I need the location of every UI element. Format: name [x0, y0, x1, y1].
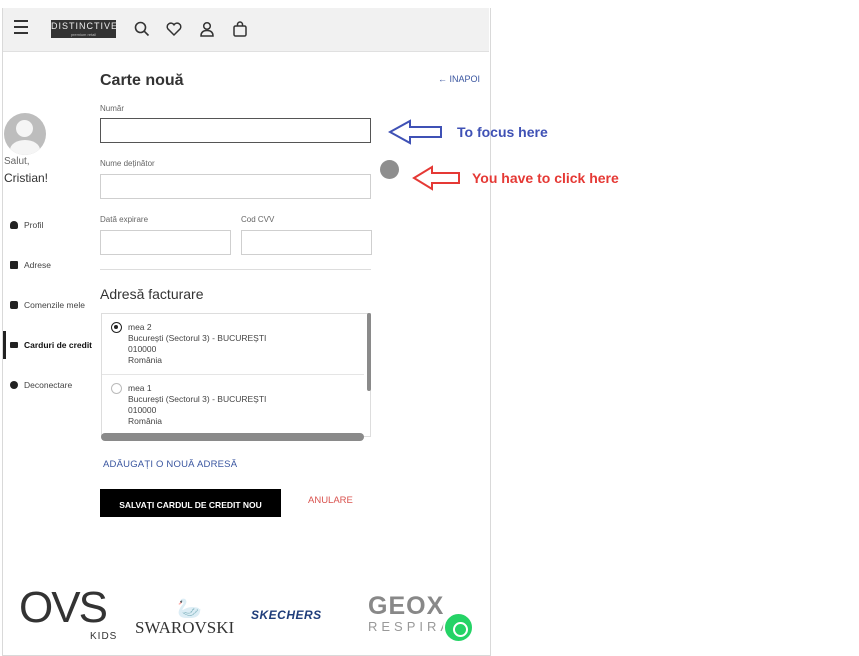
sidebar-item-label: Comenzile mele — [24, 300, 85, 310]
address-list: mea 2 București (Sectorul 3) - BUCUREȘTI… — [101, 313, 371, 437]
card-holder-input[interactable] — [100, 174, 371, 199]
cancel-link[interactable]: ANULARE — [308, 495, 353, 506]
card-number-input[interactable] — [100, 118, 371, 143]
address-postal: 010000 — [128, 344, 157, 354]
focus-annotation: To focus here — [457, 124, 548, 140]
active-indicator — [3, 331, 6, 359]
address-country: România — [128, 416, 163, 426]
cvv-label: Cod CVV — [241, 215, 275, 224]
avatar — [4, 113, 46, 155]
card-number-label: Număr — [100, 104, 125, 113]
sidebar-item-label: Carduri de credit — [24, 340, 93, 350]
field-indicator-dot[interactable] — [380, 160, 399, 179]
cvv-input[interactable] — [241, 230, 372, 255]
user-icon — [10, 221, 18, 229]
greeting-line-2: Cristian! — [4, 171, 49, 185]
sidebar-item-credit-cards[interactable]: Carduri de credit — [10, 337, 92, 353]
sidebar-item-addresses[interactable]: Adrese — [10, 257, 51, 273]
address-book-icon — [10, 261, 18, 269]
card-holder-label: Nume deținător — [100, 159, 155, 168]
arrow-left-icon — [412, 165, 460, 191]
skechers-logo[interactable]: SKECHERS — [251, 608, 322, 622]
hamburger-menu-icon[interactable] — [14, 20, 34, 40]
shopping-bag-icon[interactable] — [231, 20, 251, 40]
divider — [100, 269, 371, 270]
whatsapp-icon[interactable] — [443, 612, 474, 643]
address-name: mea 2 — [128, 322, 152, 332]
search-icon[interactable] — [133, 20, 153, 40]
logout-icon — [10, 381, 18, 389]
add-address-link[interactable]: ADĂUGAȚI O NOUĂ ADRESĂ — [103, 459, 237, 470]
bag-icon — [10, 301, 18, 309]
heart-icon[interactable] — [165, 20, 185, 40]
sidebar-item-label: Adrese — [24, 260, 51, 270]
ovs-logo[interactable]: OVS — [19, 583, 108, 633]
radio-button[interactable] — [111, 383, 122, 394]
sidebar-item-label: Profil — [24, 220, 44, 230]
address-name: mea 1 — [128, 383, 152, 393]
address-line: București (Sectorul 3) - BUCUREȘTI — [128, 333, 267, 343]
expiry-date-input[interactable] — [100, 230, 231, 255]
sidebar-item-orders[interactable]: Comenzile mele — [10, 297, 85, 313]
sidebar-item-profile[interactable]: Profil — [10, 217, 43, 233]
address-country: România — [128, 355, 163, 365]
page-title: Carte nouă — [100, 72, 184, 89]
radio-button-selected[interactable] — [111, 322, 122, 333]
arrow-left-icon — [388, 119, 442, 145]
expiry-date-label: Dată expirare — [100, 215, 149, 224]
billing-address-title: Adresă facturare — [100, 286, 204, 302]
credit-card-icon — [10, 342, 18, 348]
address-line: București (Sectorul 3) - BUCUREȘTI — [128, 394, 267, 404]
geox-respira-label: RESPIRA — [368, 619, 454, 634]
swarovski-logo[interactable]: SWAROVSKI — [135, 618, 234, 638]
logo-subtext: premium retail — [70, 32, 97, 37]
back-link[interactable]: ← INAPOI — [438, 74, 480, 84]
horizontal-scrollbar[interactable] — [101, 433, 364, 441]
save-card-button[interactable]: SALVAȚI CARDUL DE CREDIT NOU — [100, 489, 281, 517]
address-postal: 010000 — [128, 405, 157, 415]
ovs-kids-label: KIDS — [90, 631, 118, 642]
user-icon[interactable] — [198, 20, 218, 40]
sidebar-item-label: Deconectare — [24, 380, 73, 390]
sidebar-item-logout[interactable]: Deconectare — [10, 377, 72, 393]
address-option[interactable]: mea 1 București (Sectorul 3) - BUCUREȘTI… — [102, 375, 364, 436]
greeting-line-1: Salut, — [4, 156, 30, 167]
app-window: DISTINCTIVE premium retail Salut, Cristi… — [2, 8, 491, 656]
logo-text: DISTINCTIVE — [51, 21, 119, 31]
brand-logo[interactable]: DISTINCTIVE premium retail — [51, 20, 119, 38]
geox-logo[interactable]: GEOX — [368, 592, 444, 621]
click-annotation: You have to click here — [472, 170, 619, 186]
address-option[interactable]: mea 2 București (Sectorul 3) - BUCUREȘTI… — [102, 314, 364, 375]
top-bar: DISTINCTIVE premium retail — [3, 8, 489, 52]
vertical-scrollbar[interactable] — [367, 313, 371, 391]
